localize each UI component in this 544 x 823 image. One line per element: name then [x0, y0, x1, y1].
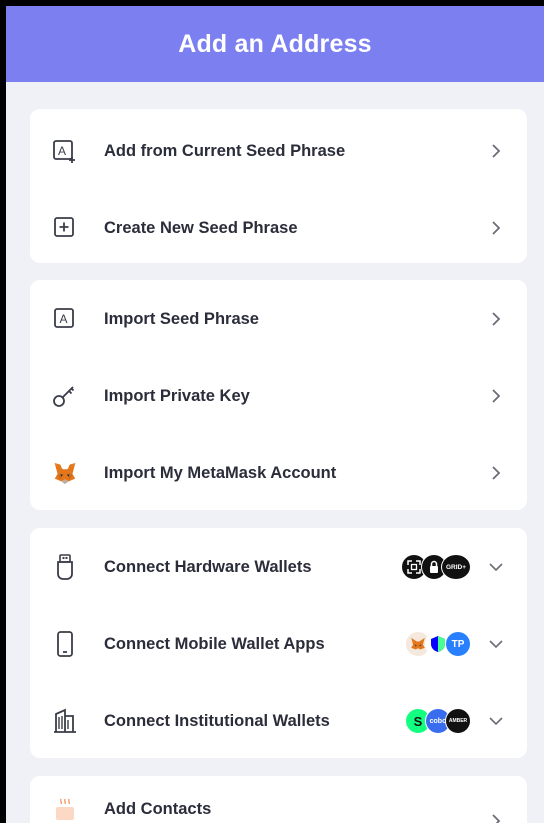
svg-text:A: A: [60, 312, 68, 326]
chevron-right-icon: [489, 389, 503, 403]
svg-text:A: A: [58, 144, 66, 158]
connect-institutional-wallets-row[interactable]: Connect Institutional Wallets S cobo AMB…: [30, 691, 527, 751]
import-metamask-account-row[interactable]: Import My MetaMask Account: [30, 443, 527, 503]
seed-phrase-card: A Add from Current Seed Phrase Create Ne…: [30, 109, 527, 263]
connect-mobile-wallet-apps-row[interactable]: Connect Mobile Wallet Apps TP: [30, 614, 527, 674]
add-address-panel: Add an Address A Add from Current Seed P…: [6, 6, 544, 823]
hardware-wallet-logos: GRID+: [401, 554, 471, 580]
tokenpocket-icon: TP: [445, 631, 471, 657]
row-label: Import My MetaMask Account: [104, 463, 337, 482]
plus-box-icon: [52, 215, 78, 241]
connect-hardware-wallets-row[interactable]: Connect Hardware Wallets GRID+: [30, 537, 527, 597]
row-label: Add from Current Seed Phrase: [104, 141, 346, 160]
chevron-down-icon: [489, 637, 503, 651]
import-private-key-row[interactable]: Import Private Key: [30, 366, 527, 426]
row-label: Import Seed Phrase: [104, 309, 259, 328]
chevron-right-icon: [489, 312, 503, 326]
amber-icon: AMBER: [445, 708, 471, 734]
add-contacts-row[interactable]: Add Contacts: [30, 778, 527, 823]
create-new-seed-phrase-row[interactable]: Create New Seed Phrase: [30, 198, 527, 258]
metamask-fox-icon: [52, 460, 78, 486]
coffee-cup-icon: [52, 796, 78, 822]
add-from-current-seed-phrase-row[interactable]: A Add from Current Seed Phrase: [30, 121, 527, 181]
row-label: Create New Seed Phrase: [104, 218, 298, 237]
usb-device-icon: [52, 554, 78, 580]
phone-icon: [52, 631, 78, 657]
gridplus-icon: GRID+: [441, 554, 471, 580]
chevron-down-icon: [489, 560, 503, 574]
letter-a-icon: A: [52, 306, 78, 332]
row-label: Connect Mobile Wallet Apps: [104, 634, 325, 653]
chevron-right-icon: [489, 814, 503, 823]
chevron-right-icon: [489, 144, 503, 158]
row-label: Connect Institutional Wallets: [104, 711, 330, 730]
key-icon: [52, 383, 78, 409]
import-card: A Import Seed Phrase Import Private Key …: [30, 280, 527, 510]
chevron-right-icon: [489, 221, 503, 235]
import-seed-phrase-row[interactable]: A Import Seed Phrase: [30, 289, 527, 349]
page-title: Add an Address: [178, 29, 372, 58]
row-label: Connect Hardware Wallets: [104, 557, 312, 576]
row-label: Add Contacts: [104, 800, 212, 818]
institutional-wallet-logos: S cobo AMBER: [405, 708, 471, 734]
connect-wallets-card: Connect Hardware Wallets GRID+ Connect M…: [30, 528, 527, 758]
row-label: Import Private Key: [104, 386, 250, 405]
add-seed-icon: A: [52, 138, 78, 164]
contacts-card: Add Contacts: [30, 776, 527, 823]
chevron-right-icon: [489, 466, 503, 480]
mobile-wallet-logos: TP: [405, 631, 471, 657]
header: Add an Address: [6, 6, 544, 82]
chevron-down-icon: [489, 714, 503, 728]
building-icon: [52, 708, 78, 734]
